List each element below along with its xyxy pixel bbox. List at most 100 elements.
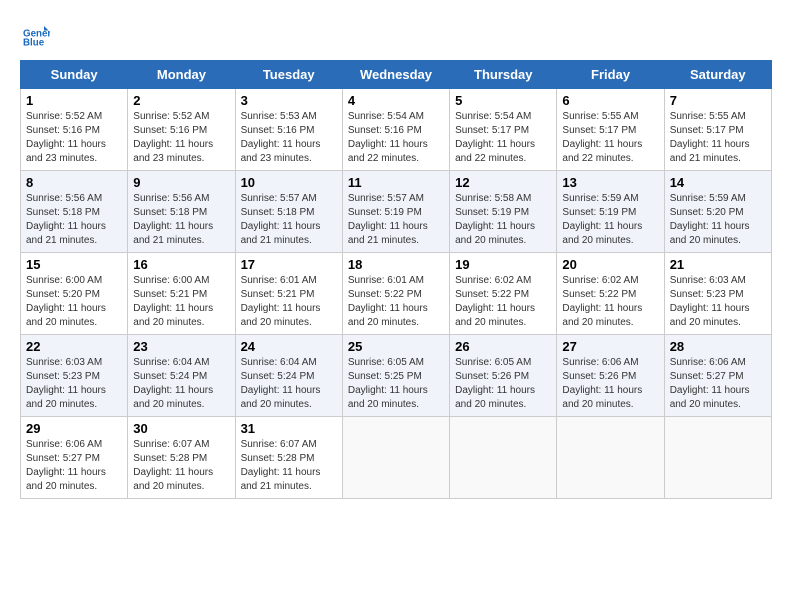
logo: General Blue — [20, 20, 54, 50]
day-number: 2 — [133, 93, 229, 108]
day-info: Sunrise: 5:54 AM Sunset: 5:16 PM Dayligh… — [348, 110, 444, 166]
day-info: Sunrise: 6:01 AM Sunset: 5:21 PM Dayligh… — [241, 274, 337, 330]
day-info: Sunrise: 5:59 AM Sunset: 5:19 PM Dayligh… — [562, 192, 658, 248]
day-number: 6 — [562, 93, 658, 108]
calendar-cell — [342, 417, 449, 499]
week-row-2: 8 Sunrise: 5:56 AM Sunset: 5:18 PM Dayli… — [21, 171, 772, 253]
day-info: Sunrise: 6:07 AM Sunset: 5:28 PM Dayligh… — [133, 438, 229, 494]
day-info: Sunrise: 6:03 AM Sunset: 5:23 PM Dayligh… — [670, 274, 766, 330]
day-info: Sunrise: 6:05 AM Sunset: 5:25 PM Dayligh… — [348, 356, 444, 412]
header-wednesday: Wednesday — [342, 61, 449, 89]
calendar-cell: 12 Sunrise: 5:58 AM Sunset: 5:19 PM Dayl… — [450, 171, 557, 253]
day-number: 22 — [26, 339, 122, 354]
day-info: Sunrise: 6:03 AM Sunset: 5:23 PM Dayligh… — [26, 356, 122, 412]
header-monday: Monday — [128, 61, 235, 89]
calendar-cell: 31 Sunrise: 6:07 AM Sunset: 5:28 PM Dayl… — [235, 417, 342, 499]
day-info: Sunrise: 5:53 AM Sunset: 5:16 PM Dayligh… — [241, 110, 337, 166]
calendar-cell — [664, 417, 771, 499]
day-number: 17 — [241, 257, 337, 272]
calendar-cell: 4 Sunrise: 5:54 AM Sunset: 5:16 PM Dayli… — [342, 89, 449, 171]
calendar-cell: 26 Sunrise: 6:05 AM Sunset: 5:26 PM Dayl… — [450, 335, 557, 417]
calendar-cell — [450, 417, 557, 499]
day-number: 13 — [562, 175, 658, 190]
day-number: 15 — [26, 257, 122, 272]
day-info: Sunrise: 6:02 AM Sunset: 5:22 PM Dayligh… — [455, 274, 551, 330]
week-row-5: 29 Sunrise: 6:06 AM Sunset: 5:27 PM Dayl… — [21, 417, 772, 499]
week-row-4: 22 Sunrise: 6:03 AM Sunset: 5:23 PM Dayl… — [21, 335, 772, 417]
day-info: Sunrise: 6:04 AM Sunset: 5:24 PM Dayligh… — [241, 356, 337, 412]
day-number: 1 — [26, 93, 122, 108]
day-info: Sunrise: 5:58 AM Sunset: 5:19 PM Dayligh… — [455, 192, 551, 248]
calendar-cell: 10 Sunrise: 5:57 AM Sunset: 5:18 PM Dayl… — [235, 171, 342, 253]
day-info: Sunrise: 6:00 AM Sunset: 5:21 PM Dayligh… — [133, 274, 229, 330]
day-info: Sunrise: 6:06 AM Sunset: 5:26 PM Dayligh… — [562, 356, 658, 412]
day-number: 11 — [348, 175, 444, 190]
day-number: 8 — [26, 175, 122, 190]
day-number: 27 — [562, 339, 658, 354]
day-info: Sunrise: 6:00 AM Sunset: 5:20 PM Dayligh… — [26, 274, 122, 330]
day-number: 24 — [241, 339, 337, 354]
calendar-cell: 23 Sunrise: 6:04 AM Sunset: 5:24 PM Dayl… — [128, 335, 235, 417]
calendar-cell: 25 Sunrise: 6:05 AM Sunset: 5:25 PM Dayl… — [342, 335, 449, 417]
day-number: 19 — [455, 257, 551, 272]
calendar-cell: 18 Sunrise: 6:01 AM Sunset: 5:22 PM Dayl… — [342, 253, 449, 335]
calendar-cell: 30 Sunrise: 6:07 AM Sunset: 5:28 PM Dayl… — [128, 417, 235, 499]
calendar-cell: 28 Sunrise: 6:06 AM Sunset: 5:27 PM Dayl… — [664, 335, 771, 417]
header-saturday: Saturday — [664, 61, 771, 89]
day-number: 25 — [348, 339, 444, 354]
calendar-cell: 15 Sunrise: 6:00 AM Sunset: 5:20 PM Dayl… — [21, 253, 128, 335]
day-number: 14 — [670, 175, 766, 190]
day-info: Sunrise: 5:55 AM Sunset: 5:17 PM Dayligh… — [562, 110, 658, 166]
header-tuesday: Tuesday — [235, 61, 342, 89]
day-info: Sunrise: 6:01 AM Sunset: 5:22 PM Dayligh… — [348, 274, 444, 330]
day-number: 28 — [670, 339, 766, 354]
day-info: Sunrise: 5:52 AM Sunset: 5:16 PM Dayligh… — [26, 110, 122, 166]
header-thursday: Thursday — [450, 61, 557, 89]
day-number: 3 — [241, 93, 337, 108]
calendar-cell: 16 Sunrise: 6:00 AM Sunset: 5:21 PM Dayl… — [128, 253, 235, 335]
calendar-cell: 20 Sunrise: 6:02 AM Sunset: 5:22 PM Dayl… — [557, 253, 664, 335]
day-number: 5 — [455, 93, 551, 108]
calendar-cell: 8 Sunrise: 5:56 AM Sunset: 5:18 PM Dayli… — [21, 171, 128, 253]
header-friday: Friday — [557, 61, 664, 89]
calendar-table: SundayMondayTuesdayWednesdayThursdayFrid… — [20, 60, 772, 499]
day-number: 10 — [241, 175, 337, 190]
calendar-cell: 7 Sunrise: 5:55 AM Sunset: 5:17 PM Dayli… — [664, 89, 771, 171]
calendar-cell: 24 Sunrise: 6:04 AM Sunset: 5:24 PM Dayl… — [235, 335, 342, 417]
calendar-header-row: SundayMondayTuesdayWednesdayThursdayFrid… — [21, 61, 772, 89]
day-info: Sunrise: 5:52 AM Sunset: 5:16 PM Dayligh… — [133, 110, 229, 166]
day-number: 21 — [670, 257, 766, 272]
day-info: Sunrise: 5:59 AM Sunset: 5:20 PM Dayligh… — [670, 192, 766, 248]
calendar-cell: 6 Sunrise: 5:55 AM Sunset: 5:17 PM Dayli… — [557, 89, 664, 171]
day-info: Sunrise: 5:54 AM Sunset: 5:17 PM Dayligh… — [455, 110, 551, 166]
calendar-cell: 9 Sunrise: 5:56 AM Sunset: 5:18 PM Dayli… — [128, 171, 235, 253]
header-sunday: Sunday — [21, 61, 128, 89]
logo-icon: General Blue — [20, 20, 50, 50]
calendar-cell: 29 Sunrise: 6:06 AM Sunset: 5:27 PM Dayl… — [21, 417, 128, 499]
day-info: Sunrise: 5:56 AM Sunset: 5:18 PM Dayligh… — [26, 192, 122, 248]
week-row-3: 15 Sunrise: 6:00 AM Sunset: 5:20 PM Dayl… — [21, 253, 772, 335]
calendar-cell: 27 Sunrise: 6:06 AM Sunset: 5:26 PM Dayl… — [557, 335, 664, 417]
day-number: 23 — [133, 339, 229, 354]
calendar-cell: 3 Sunrise: 5:53 AM Sunset: 5:16 PM Dayli… — [235, 89, 342, 171]
day-info: Sunrise: 5:55 AM Sunset: 5:17 PM Dayligh… — [670, 110, 766, 166]
page-header: General Blue — [20, 20, 772, 50]
day-number: 4 — [348, 93, 444, 108]
day-number: 12 — [455, 175, 551, 190]
calendar-cell: 13 Sunrise: 5:59 AM Sunset: 5:19 PM Dayl… — [557, 171, 664, 253]
day-info: Sunrise: 6:05 AM Sunset: 5:26 PM Dayligh… — [455, 356, 551, 412]
calendar-cell: 17 Sunrise: 6:01 AM Sunset: 5:21 PM Dayl… — [235, 253, 342, 335]
day-number: 7 — [670, 93, 766, 108]
day-info: Sunrise: 6:04 AM Sunset: 5:24 PM Dayligh… — [133, 356, 229, 412]
calendar-cell: 22 Sunrise: 6:03 AM Sunset: 5:23 PM Dayl… — [21, 335, 128, 417]
day-info: Sunrise: 5:57 AM Sunset: 5:19 PM Dayligh… — [348, 192, 444, 248]
calendar-cell: 2 Sunrise: 5:52 AM Sunset: 5:16 PM Dayli… — [128, 89, 235, 171]
calendar-cell: 5 Sunrise: 5:54 AM Sunset: 5:17 PM Dayli… — [450, 89, 557, 171]
day-number: 18 — [348, 257, 444, 272]
day-number: 29 — [26, 421, 122, 436]
day-info: Sunrise: 6:06 AM Sunset: 5:27 PM Dayligh… — [26, 438, 122, 494]
calendar-cell: 19 Sunrise: 6:02 AM Sunset: 5:22 PM Dayl… — [450, 253, 557, 335]
day-number: 20 — [562, 257, 658, 272]
day-number: 26 — [455, 339, 551, 354]
day-number: 9 — [133, 175, 229, 190]
